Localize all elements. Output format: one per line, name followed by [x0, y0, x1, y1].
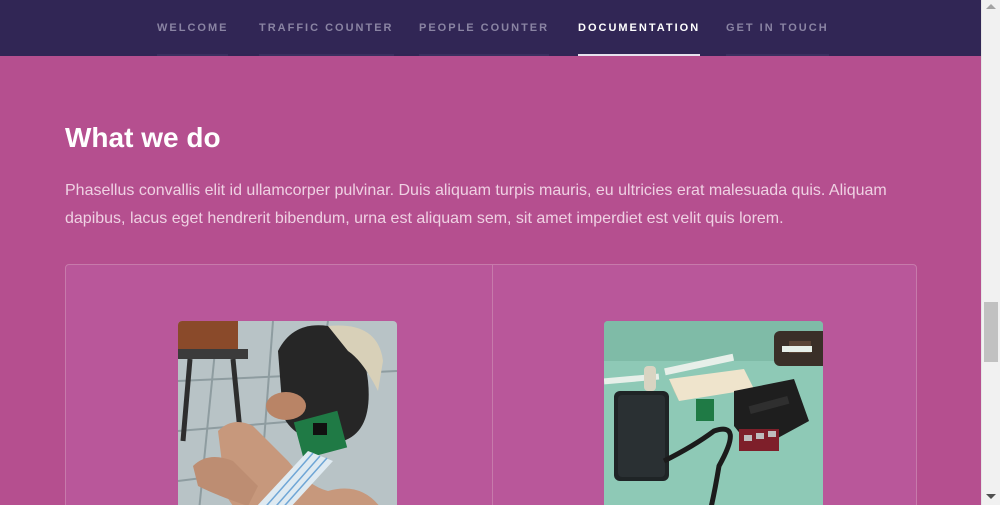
nav-item-get-in-touch[interactable]: GET IN TOUCH	[726, 0, 829, 56]
hardware-components-photo	[604, 321, 823, 505]
scroll-thumb[interactable]	[984, 302, 998, 362]
section-title: What we do	[65, 122, 221, 153]
feature-grid	[65, 264, 917, 505]
nav-item-people-counter[interactable]: PEOPLE COUNTER	[419, 0, 550, 56]
nav-item-traffic-counter[interactable]: TRAFFIC COUNTER	[259, 0, 394, 56]
vertical-scrollbar[interactable]	[981, 0, 1000, 505]
scroll-down-arrow-icon[interactable]	[986, 494, 996, 499]
column-divider	[492, 265, 493, 505]
section-intro: Phasellus convallis elit id ullamcorper …	[65, 182, 887, 227]
nav-item-documentation[interactable]: DOCUMENTATION	[578, 0, 701, 56]
scroll-up-arrow-icon[interactable]	[986, 4, 996, 9]
page: WELCOME TRAFFIC COUNTER PEOPLE COUNTER D…	[0, 0, 1000, 505]
nav-item-welcome[interactable]: WELCOME	[157, 0, 229, 56]
camera-module-photo	[178, 321, 397, 505]
top-navigation: WELCOME TRAFFIC COUNTER PEOPLE COUNTER D…	[0, 0, 981, 56]
